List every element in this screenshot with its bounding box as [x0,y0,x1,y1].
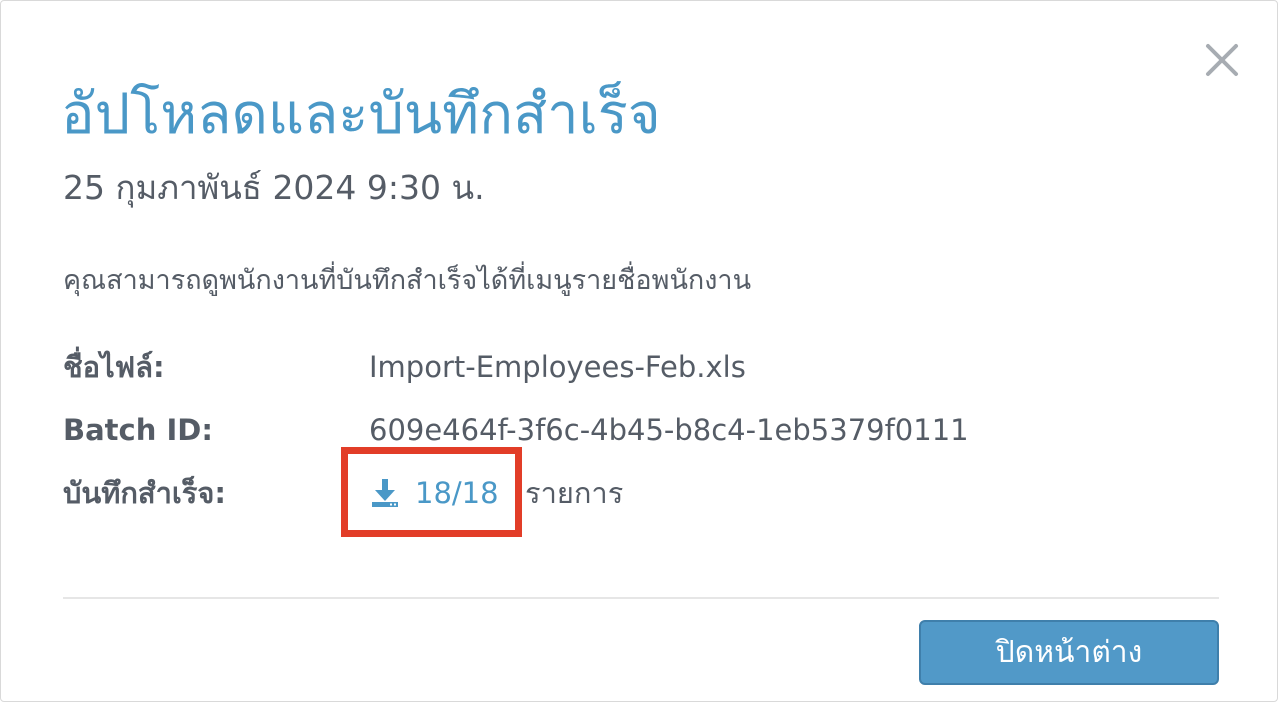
close-window-button[interactable]: ปิดหน้าต่าง [919,620,1219,685]
filename-label: ชื่อไฟล์: [63,350,165,384]
download-icon [369,477,401,509]
saved-count-label: บันทึกสำเร็จ: [63,476,226,510]
upload-success-dialog: อัปโหลดและบันทึกสำเร็จ 25 กุมภาพันธ์ 202… [0,0,1278,702]
footer-divider [63,597,1219,599]
dialog-description: คุณสามารถดูพนักงานที่บันทึกสำเร็จได้ที่เ… [63,265,752,296]
batch-id-label: Batch ID: [63,413,213,447]
saved-count-value: 18/18 [415,476,499,510]
close-icon-graphic [1206,44,1238,76]
upload-timestamp: 25 กุมภาพันธ์ 2024 9:30 น. [63,168,485,207]
dialog-title: อัปโหลดและบันทึกสำเร็จ [61,82,661,147]
filename-row: ชื่อไฟล์: Import-Employees-Feb.xls [63,347,1213,387]
saved-count-row: บันทึกสำเร็จ: [63,473,1213,513]
batch-id-value: 609e464f-3f6c-4b45-b8c4-1eb5379f0111 [369,413,969,447]
batch-id-row: Batch ID: 609e464f-3f6c-4b45-b8c4-1eb537… [63,410,1213,450]
close-icon[interactable] [1203,41,1241,79]
download-saved-records-link[interactable]: 18/18 [369,473,499,513]
filename-value: Import-Employees-Feb.xls [369,350,746,384]
saved-count-unit: รายการ [525,476,624,510]
